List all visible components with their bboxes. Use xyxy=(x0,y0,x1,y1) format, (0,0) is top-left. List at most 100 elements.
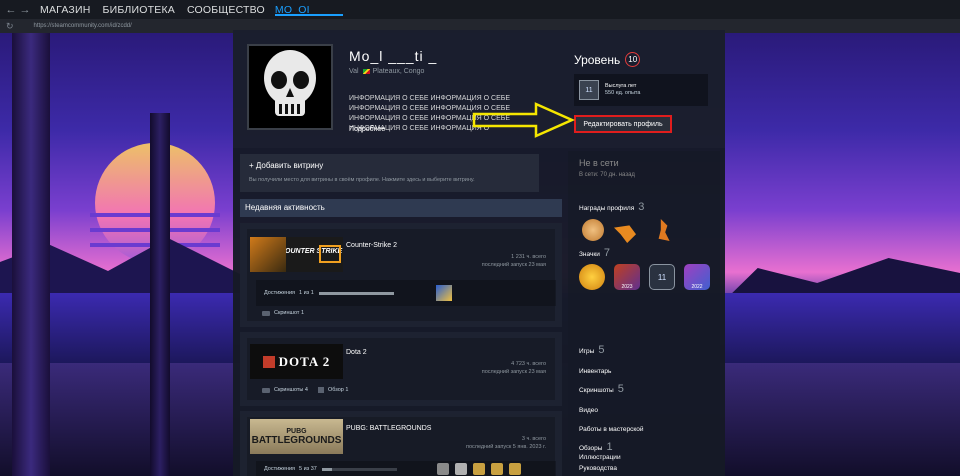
soldier-art xyxy=(250,237,286,272)
camera-icon xyxy=(262,310,270,316)
screenshots-sidebar-link[interactable]: Скриншоты 5 xyxy=(579,383,624,395)
achievements-progress-fill xyxy=(321,467,332,471)
achievement-icon[interactable] xyxy=(472,463,485,475)
guides-link[interactable]: Руководства xyxy=(579,465,617,472)
inventory-label: Инвентарь xyxy=(579,368,612,375)
badge-years-value: 11 xyxy=(657,272,667,282)
achievement-icon[interactable] xyxy=(436,463,449,475)
screenshots-link[interactable]: Скриншот 1 xyxy=(262,310,304,316)
pubg-capsule-top: PUBG xyxy=(286,427,307,435)
achievements-progress-fill xyxy=(318,291,394,295)
screenshots-link[interactable]: Скриншоты 4 Обзор 1 xyxy=(262,387,348,393)
back-arrow-icon[interactable]: ← xyxy=(4,4,18,16)
profile-sidebar: Не в сети В сети: 70 дн. назад Награды п… xyxy=(568,151,720,476)
achievements-row[interactable]: Достижения 1 из 1 xyxy=(256,280,556,306)
badge-icon[interactable]: 2023 xyxy=(614,264,640,290)
badge-icon[interactable] xyxy=(579,264,605,290)
palm-trunk xyxy=(12,33,50,476)
nav-community-link[interactable]: СООБЩЕСТВО xyxy=(187,4,265,16)
level-label: Уровень xyxy=(574,52,621,67)
featured-badge[interactable]: 11 Выслуга лет 550 ед. опыта xyxy=(574,74,708,106)
camera-icon xyxy=(262,387,270,393)
badges-count: 7 xyxy=(603,247,610,259)
game-name[interactable]: Dota 2 xyxy=(346,349,367,356)
game-name[interactable]: Counter-Strike 2 xyxy=(346,242,397,249)
workshop-label: Работы в мастерской xyxy=(579,426,644,433)
artwork-label: Иллюстрации xyxy=(579,454,621,461)
achievements-count: 1 из 1 xyxy=(299,290,314,296)
inventory-link[interactable]: Инвентарь xyxy=(579,368,611,375)
location: Plateaux, Congo xyxy=(372,68,425,75)
game-total-hours: 1 231 ч. всего xyxy=(511,254,546,260)
achievements-label: Достижения xyxy=(264,466,296,472)
last-online: В сети: 70 дн. назад xyxy=(579,172,635,178)
reviews-link[interactable]: Обзоры 1 xyxy=(579,441,613,453)
years-badge-icon: 11 xyxy=(579,80,599,100)
game-total-hours: 4 723 ч. всего xyxy=(511,361,546,367)
reviews-label: Обзоры xyxy=(579,445,603,452)
add-showcase-desc: Вы получили место для витрины в своём пр… xyxy=(249,177,475,183)
featured-badge-text: Выслуга лет 550 ед. опыта xyxy=(605,83,640,97)
achievement-icon[interactable] xyxy=(435,285,452,301)
videos-link[interactable]: Видео xyxy=(579,407,598,414)
recent-activity-heading: Недавняя активность xyxy=(240,199,562,217)
achievements-row[interactable]: Достижения 5 из 37 xyxy=(256,461,556,476)
award-icon[interactable] xyxy=(658,219,670,241)
annotation-arrow-icon xyxy=(472,102,576,138)
nav-store-link[interactable]: МАГАЗИН xyxy=(40,4,91,16)
activity-game: DOTA 2 Dota 2 4 723 ч. всего последний з… xyxy=(240,332,562,406)
profile-awards-link[interactable]: Награды профиля 3 xyxy=(579,201,644,213)
activity-game: COUNTER STRIKE 2 Counter-Strike 2 1 231 … xyxy=(240,223,562,327)
badge-icon[interactable]: 11 xyxy=(649,264,675,290)
featured-badge-name: Выслуга лет xyxy=(605,83,637,89)
page-url[interactable]: https://steamcommunity.com/id/zcdd/ xyxy=(34,23,132,29)
game-hours: 4 723 ч. всего последний запуск 23 мая xyxy=(482,360,546,376)
dota2-capsule[interactable]: DOTA 2 xyxy=(250,344,343,379)
screenshots-count: Скриншоты 4 xyxy=(274,387,308,393)
badges-label: Значки xyxy=(579,251,600,258)
achievement-icon[interactable] xyxy=(508,463,521,475)
featured-badge-xp: 550 ед. опыта xyxy=(605,90,641,96)
pubg-capsule[interactable]: PUBG BATTLEGROUNDS xyxy=(250,419,343,454)
award-icon[interactable] xyxy=(582,219,604,241)
skull-icon xyxy=(264,50,316,116)
edit-profile-button[interactable]: Редактировать профиль xyxy=(574,115,672,133)
persona-name: Mo_l ___ti _ xyxy=(349,48,438,64)
add-showcase[interactable]: + Добавить витрину Вы получили место для… xyxy=(240,154,539,192)
dota2-capsule-title: DOTA 2 xyxy=(278,353,331,369)
reload-icon[interactable]: ↻ xyxy=(6,21,14,32)
game-name[interactable]: PUBG: BATTLEGROUNDS xyxy=(346,425,431,432)
review-icon xyxy=(317,387,324,393)
activity-game: PUBG BATTLEGROUNDS PUBG: BATTLEGROUNDS 3… xyxy=(240,411,562,476)
badges-link[interactable]: Значки 7 xyxy=(579,247,610,259)
artwork-link[interactable]: Иллюстрации xyxy=(579,454,621,461)
pubg-capsule-title: BATTLEGROUNDS xyxy=(251,434,342,446)
screenshots-label: Скриншоты xyxy=(579,387,614,394)
level-heading: Уровень 10 xyxy=(574,52,641,67)
cs2-logo-frame xyxy=(319,245,341,263)
reviews-count: Обзор 1 xyxy=(327,387,349,393)
games-link[interactable]: Игры 5 xyxy=(579,344,604,356)
workshop-link[interactable]: Работы в мастерской xyxy=(579,426,644,433)
badge-year: 2022 xyxy=(691,284,703,290)
add-showcase-title: + Добавить витрину xyxy=(249,161,324,170)
cs2-capsule[interactable]: COUNTER STRIKE 2 xyxy=(250,237,343,272)
achievements-progress xyxy=(318,291,394,295)
achievements-progress xyxy=(321,467,397,471)
award-icon[interactable] xyxy=(614,225,636,243)
achievements-count: 5 из 37 xyxy=(299,466,317,472)
game-hours: 1 231 ч. всего последний запуск 23 мая xyxy=(482,253,546,269)
achievement-icon[interactable] xyxy=(454,463,467,475)
congo-flag-icon xyxy=(362,69,370,74)
nav-library-link[interactable]: БИБЛИОТЕКА xyxy=(103,4,175,16)
avatar[interactable] xyxy=(247,44,333,130)
real-name: Val xyxy=(349,68,359,75)
nav-profile-link[interactable]: MO_OI__ xyxy=(274,4,343,16)
forward-arrow-icon[interactable]: → xyxy=(18,4,32,16)
achievement-icon[interactable] xyxy=(490,463,503,475)
badge-icon[interactable]: 2022 xyxy=(684,264,710,290)
game-last-played: последний запуск 23 мая xyxy=(481,369,546,375)
achievements-label: Достижения xyxy=(264,290,296,296)
game-total-hours: 3 ч. всего xyxy=(521,436,546,442)
more-link[interactable]: Подробнее xyxy=(349,126,385,133)
